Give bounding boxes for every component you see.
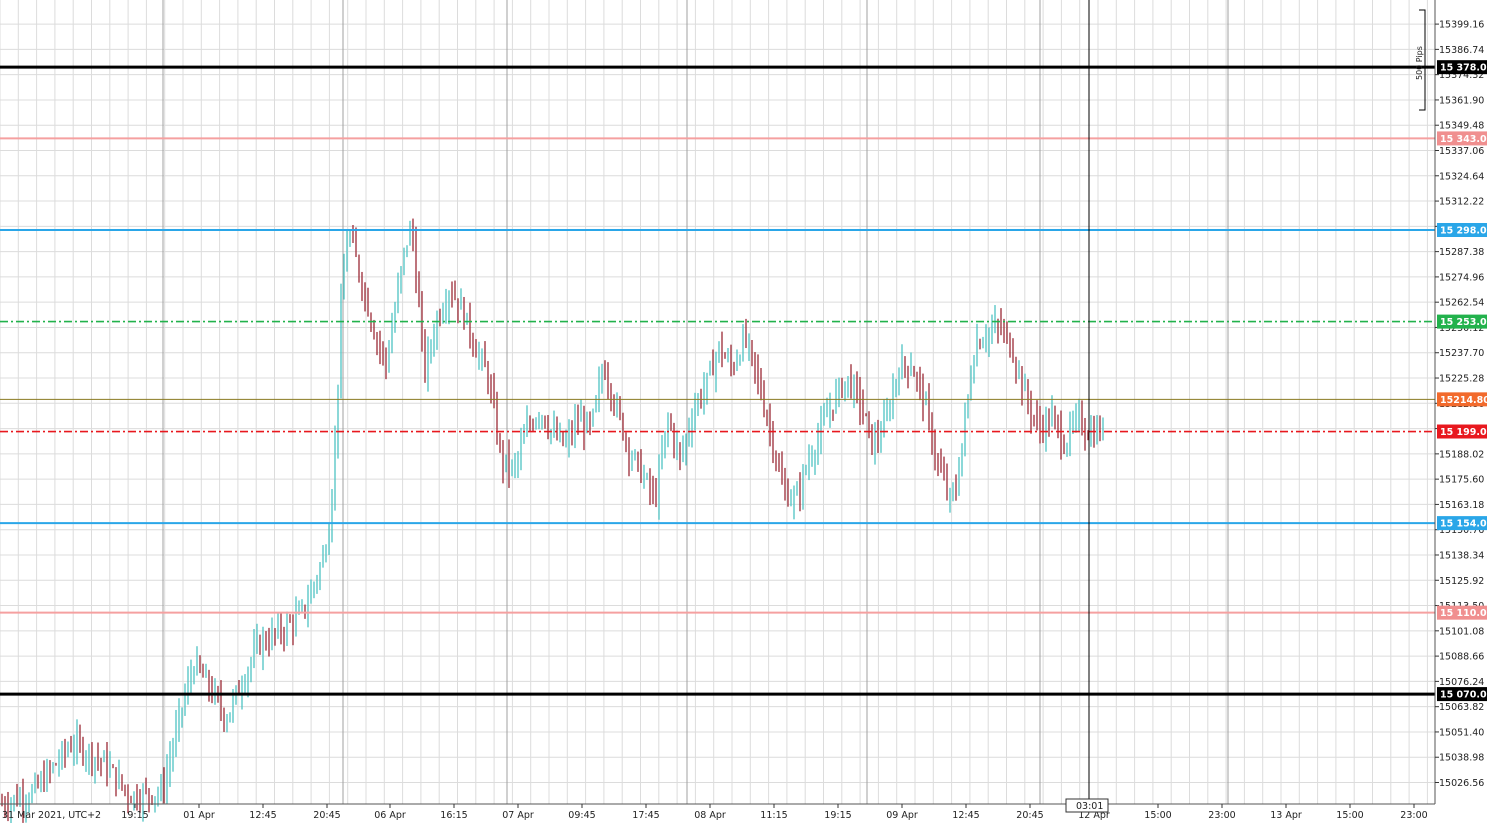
time-tick-label: 12:45 (249, 810, 276, 821)
price-chart[interactable]: 15399.1615386.7415374.3215361.9015349.48… (0, 0, 1488, 823)
price-tick-label: 15399.16 (1439, 20, 1484, 31)
time-axis[interactable]: 19:15 01 Apr 12:45 20:45 06 Apr 16:15 07 Apr 09… (121, 804, 1428, 821)
price-tick-label: 15101.08 (1439, 626, 1484, 637)
time-tick-label: 09 Apr (886, 810, 918, 821)
time-tick-label: 11:15 (760, 810, 787, 821)
price-tag: 15 154.00 (1437, 516, 1488, 531)
time-tick-label: 17:45 (632, 810, 659, 821)
time-tick-label: 07 Apr (502, 810, 534, 821)
time-tick-label: 06 Apr (374, 810, 406, 821)
price-tick-label: 15274.96 (1439, 272, 1484, 283)
time-tick-label: 15:00 (1336, 810, 1363, 821)
price-tick-label: 15038.98 (1439, 753, 1484, 764)
price-tag: 15 199.00 (1437, 424, 1488, 439)
price-tick-label: 15175.60 (1439, 475, 1484, 486)
time-tick-label: 15:00 (1144, 810, 1171, 821)
price-tick-label: 15324.64 (1439, 171, 1484, 182)
price-tick-label: 15063.82 (1439, 702, 1484, 713)
price-tag-label: 15 199.00 (1440, 427, 1488, 438)
price-tick-label: 15312.22 (1439, 197, 1484, 208)
timezone-label: 31 Mar 2021, UTC+2 (2, 810, 101, 821)
time-tick-label: 20:45 (313, 810, 340, 821)
price-tick-label: 15026.56 (1439, 778, 1484, 789)
time-tick-label: 19:15 (824, 810, 851, 821)
time-tick-label: 08 Apr (694, 810, 726, 821)
price-tag-label: 15 378.00 (1440, 63, 1488, 74)
price-tick-label: 15076.24 (1439, 677, 1484, 688)
price-tag-label: 15 298.00 (1440, 226, 1488, 237)
time-tick-label: 13 Apr (1270, 810, 1302, 821)
price-tick-label: 15051.40 (1439, 727, 1484, 738)
time-tick-label: 20:45 (1016, 810, 1043, 821)
price-tag-label: 15 110.00 (1440, 608, 1488, 619)
time-tick-label: 23:00 (1208, 810, 1235, 821)
price-tag: 15 378.00 (1437, 60, 1488, 75)
time-tick-label: 01 Apr (183, 810, 215, 821)
pips-label: 500 Pips (1415, 46, 1424, 80)
time-tick-label: 23:00 (1400, 810, 1427, 821)
time-tick-label: 12:45 (952, 810, 979, 821)
price-tick-label: 15188.02 (1439, 449, 1484, 460)
price-tick-label: 15262.54 (1439, 298, 1484, 309)
price-tag-label: 15214.80 (1440, 395, 1488, 406)
price-tag-label: 15 343.00 (1440, 134, 1488, 145)
price-tag: 15214.80 (1437, 392, 1488, 407)
price-tick-label: 15361.90 (1439, 95, 1484, 106)
price-tag: 15 298.00 (1437, 223, 1488, 238)
price-tag: 15 253.00 (1437, 314, 1488, 329)
price-tick-label: 15349.48 (1439, 121, 1484, 132)
price-tag: 15 070.00 (1437, 687, 1488, 702)
price-tick-label: 15237.70 (1439, 348, 1484, 359)
price-tick-label: 15386.74 (1439, 45, 1484, 56)
price-tag-label: 15 253.00 (1440, 317, 1488, 328)
time-tick-label: 09:45 (568, 810, 595, 821)
price-tick-label: 15287.38 (1439, 247, 1484, 258)
price-tick-label: 15088.66 (1439, 652, 1484, 663)
price-tick-label: 15337.06 (1439, 146, 1484, 157)
price-tick-label: 15163.18 (1439, 500, 1484, 511)
price-tick-label: 15138.34 (1439, 550, 1484, 561)
current-time-label: 03:01 (1076, 801, 1103, 812)
price-tag: 15 343.00 (1437, 131, 1488, 146)
price-tag: 15 110.00 (1437, 605, 1488, 620)
price-tag-label: 15 070.00 (1440, 690, 1488, 701)
current-time-marker: 03:01 (1065, 798, 1109, 813)
price-tick-label: 15125.92 (1439, 576, 1484, 587)
time-tick-label: 19:15 (121, 810, 148, 821)
price-tick-label: 15225.28 (1439, 374, 1484, 385)
time-tick-label: 16:15 (440, 810, 467, 821)
price-tag-label: 15 154.00 (1440, 519, 1488, 530)
